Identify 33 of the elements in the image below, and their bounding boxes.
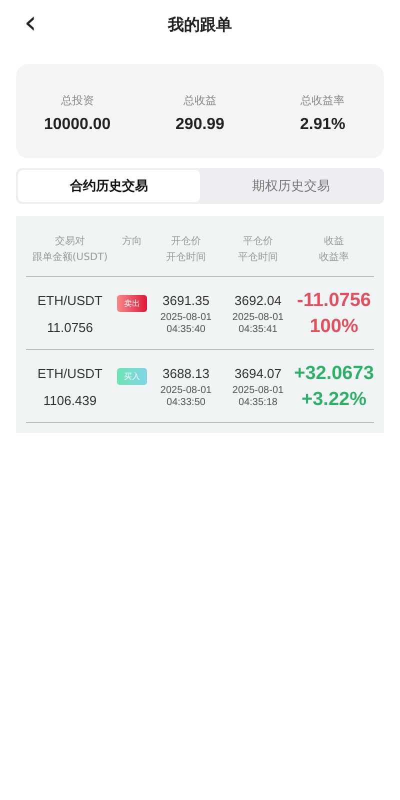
profit-amount: -11.0756 bbox=[297, 289, 371, 313]
close-price: 3692.04 bbox=[234, 293, 282, 308]
page-title: 我的跟单 bbox=[168, 14, 232, 36]
column-header: 平仓价 平仓时间 bbox=[237, 235, 279, 265]
history-tab[interactable]: 期权历史交易 bbox=[200, 170, 382, 202]
summary-label: 总收益率 bbox=[300, 92, 345, 108]
summary-label: 总收益 bbox=[183, 92, 216, 108]
profit-rate: +3.22% bbox=[302, 388, 366, 412]
open-price: 3691.35 bbox=[162, 293, 210, 308]
summary-label: 总投资 bbox=[60, 92, 94, 108]
direction-tag: 卖出 bbox=[117, 295, 147, 312]
direction-tag: 买入 bbox=[117, 368, 147, 385]
column-header: 收益 收益率 bbox=[318, 235, 350, 265]
profit-amount: +32.0673 bbox=[294, 362, 374, 386]
summary-value: 2.91% bbox=[300, 116, 346, 134]
trading-pair: ETH/USDT bbox=[38, 366, 102, 381]
column-header: 方向 bbox=[121, 234, 143, 249]
history-tab[interactable]: 合约历史交易 bbox=[18, 170, 200, 202]
close-time: 2025-08-01 04:35:41 bbox=[232, 312, 284, 336]
back-button[interactable]: ‹ bbox=[18, 6, 43, 38]
open-time: 2025-08-01 04:35:40 bbox=[160, 312, 212, 336]
column-header: 开仓价 开仓时间 bbox=[165, 235, 207, 265]
summary-value: 10000.00 bbox=[44, 116, 111, 134]
profit-rate: 100% bbox=[310, 315, 358, 339]
close-price: 3694.07 bbox=[234, 366, 282, 381]
open-price: 3688.13 bbox=[162, 366, 210, 381]
trading-pair: ETH/USDT bbox=[38, 293, 102, 308]
column-header: 交易对 跟单金额(USDT) bbox=[31, 234, 109, 265]
follow-amount: 1106.439 bbox=[43, 393, 97, 408]
close-time: 2025-08-01 04:35:18 bbox=[232, 385, 284, 409]
summary-value: 290.99 bbox=[176, 116, 224, 134]
follow-amount: 11.0756 bbox=[46, 320, 94, 335]
open-time: 2025-08-01 04:33:50 bbox=[160, 385, 212, 409]
